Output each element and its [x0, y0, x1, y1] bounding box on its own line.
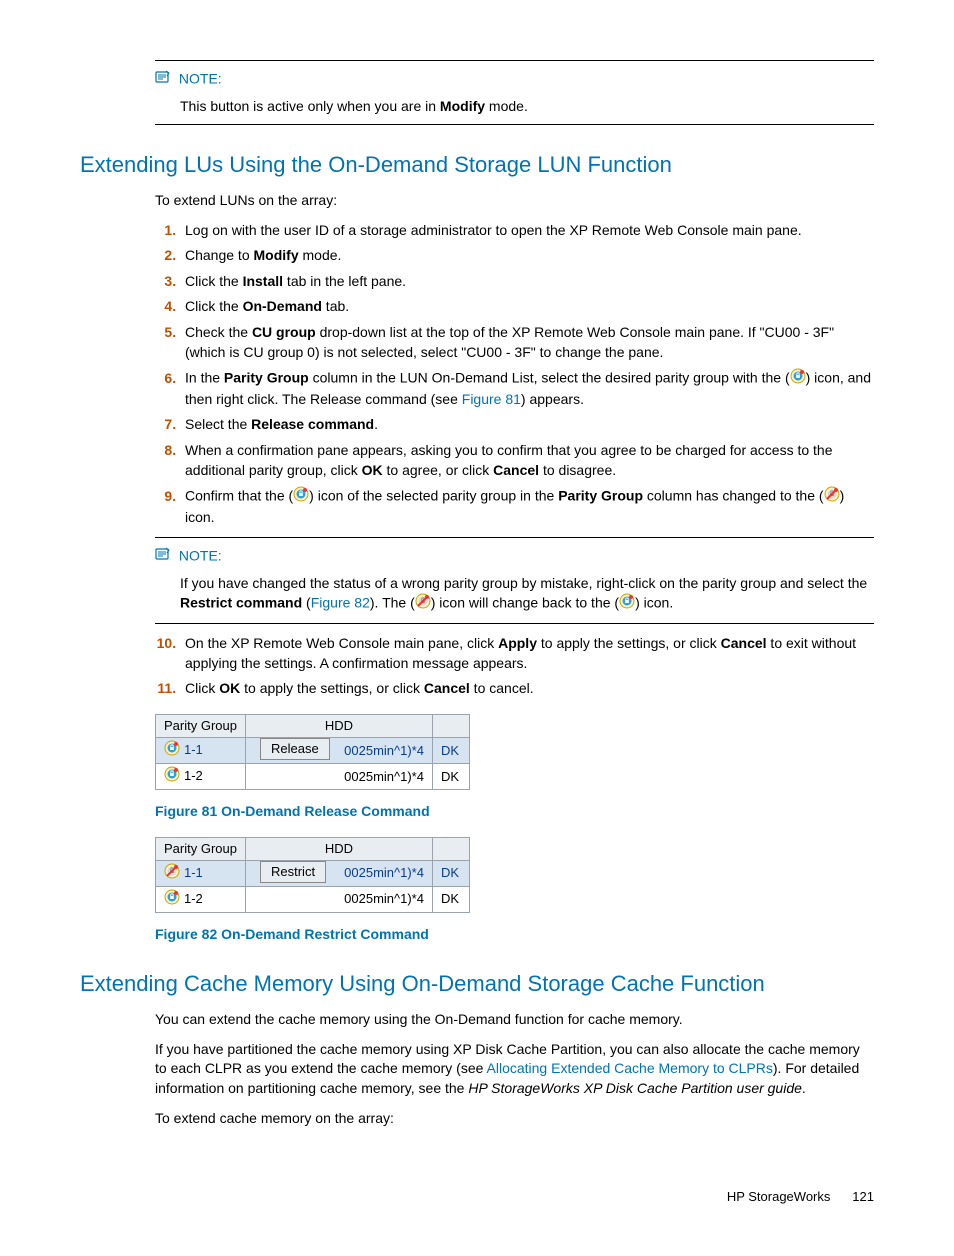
step-9: Confirm that the () icon of the selected… [180, 486, 874, 527]
intro-text: To extend LUNs on the array: [155, 191, 874, 211]
lock-red-icon [415, 593, 431, 615]
note-text: If you have changed the status of a wron… [180, 574, 874, 615]
restrict-context-button[interactable]: Restrict [260, 861, 326, 883]
table-row: 1-2 0025min^1)*4 DK [156, 886, 470, 912]
note-block: NOTE: If you have changed the status of … [155, 537, 874, 624]
lock-blue-icon [619, 593, 635, 615]
page-footer: HP StorageWorks 121 [80, 1188, 874, 1206]
lock-blue-icon [164, 889, 180, 910]
step-6: In the Parity Group column in the LUN On… [180, 368, 874, 409]
paragraph: To extend cache memory on the array: [155, 1109, 874, 1129]
steps-list-cont: On the XP Remote Web Console main pane, … [155, 634, 874, 699]
lock-blue-icon [164, 766, 180, 787]
figure-caption: Figure 81 On-Demand Release Command [155, 802, 874, 822]
step-1: Log on with the user ID of a storage adm… [180, 221, 874, 241]
step-10: On the XP Remote Web Console main pane, … [180, 634, 874, 673]
step-7: Select the Release command. [180, 415, 874, 435]
paragraph: If you have partitioned the cache memory… [155, 1040, 874, 1099]
step-4: Click the On-Demand tab. [180, 297, 874, 317]
step-3: Click the Install tab in the left pane. [180, 272, 874, 292]
note-icon [155, 546, 171, 568]
section-heading-lus: Extending LUs Using the On-Demand Storag… [80, 150, 874, 181]
step-11: Click OK to apply the settings, or click… [180, 679, 874, 699]
release-context-button[interactable]: Release [260, 738, 330, 760]
step-2: Change to Modify mode. [180, 246, 874, 266]
note-text: This button is active only when you are … [180, 97, 874, 117]
lock-blue-icon [164, 740, 180, 761]
figure-81: Parity GroupHDD 1-1 0025min^1)*4 DK 1-2 … [155, 714, 874, 822]
figure-caption: Figure 82 On-Demand Restrict Command [155, 925, 874, 945]
note-label: NOTE: [179, 71, 222, 87]
lock-blue-icon [790, 368, 806, 390]
footer-label: HP StorageWorks [727, 1189, 831, 1204]
lock-blue-icon [293, 486, 309, 508]
lock-red-icon [164, 863, 180, 884]
step-5: Check the CU group drop-down list at the… [180, 323, 874, 362]
step-8: When a confirmation pane appears, asking… [180, 441, 874, 480]
page-number: 121 [834, 1188, 874, 1206]
table-row: 1-2 0025min^1)*4 DK [156, 764, 470, 790]
clpr-link[interactable]: Allocating Extended Cache Memory to CLPR… [487, 1060, 773, 1076]
figure-82: Parity GroupHDD 1-1 0025min^1)*4 DK 1-2 … [155, 837, 874, 945]
steps-list: Log on with the user ID of a storage adm… [155, 221, 874, 528]
note-block: NOTE: This button is active only when yo… [155, 60, 874, 125]
figure-81-link[interactable]: Figure 81 [462, 391, 521, 407]
section-heading-cache: Extending Cache Memory Using On-Demand S… [80, 969, 874, 1000]
note-icon [155, 69, 171, 91]
note-label: NOTE: [179, 548, 222, 564]
paragraph: You can extend the cache memory using th… [155, 1010, 874, 1030]
lock-red-icon [824, 486, 840, 508]
figure-82-link[interactable]: Figure 82 [311, 595, 370, 611]
